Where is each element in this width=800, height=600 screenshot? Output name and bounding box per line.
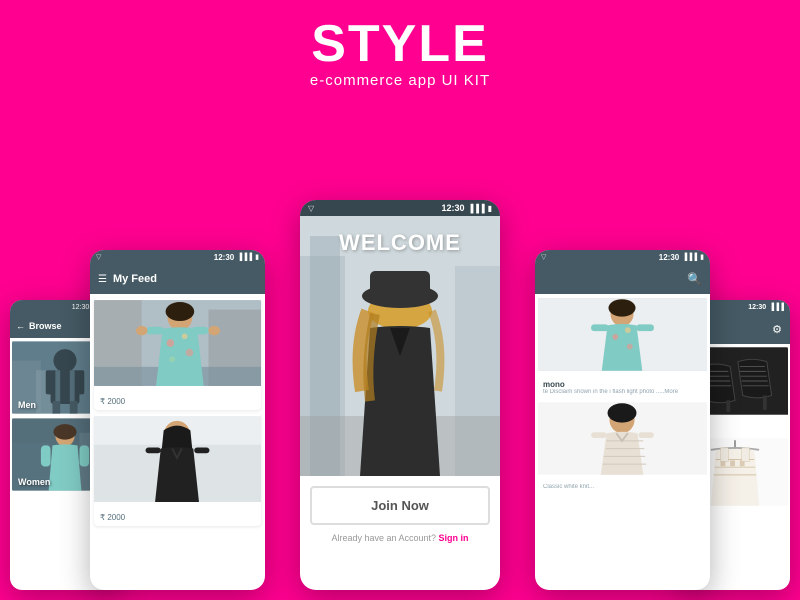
status-time-far-right: 12:30 [748, 304, 766, 311]
right-app-bar: 🔍 [535, 264, 710, 294]
brand-tagline: e-commerce app UI KIT [0, 72, 800, 89]
status-time-center: 12:30 [442, 203, 465, 213]
status-icons-center: ▽ [308, 204, 314, 213]
right-card-2-info: Classic white knit... [538, 481, 707, 493]
status-icons-left: ▽ [96, 253, 101, 261]
app-header: STYLE e-commerce app UI KIT [0, 0, 800, 99]
welcome-bottom: Join Now Already have an Account? Sign i… [300, 476, 500, 551]
already-account-text: Already have an Account? Sign in [310, 533, 490, 543]
filter-icon[interactable]: ⚙ [772, 323, 782, 336]
feed-card-2-info: ₹ 2000 [94, 509, 261, 526]
feed-card-1-image [94, 298, 261, 388]
status-bar-left: ▽ 12:30 ▐▐▐ ▮ [90, 250, 265, 264]
battery-center: ▮ [488, 204, 492, 213]
right-card-2[interactable]: Classic white knit... [538, 401, 707, 493]
signal-far-right: ▐▐▐ [769, 304, 784, 311]
battery-left: ▮ [255, 253, 259, 261]
phone-left: ▽ 12:30 ▐▐▐ ▮ ☰ My Feed [90, 250, 265, 590]
welcome-heading: WELCOME [339, 230, 461, 256]
signal-center: ▐▐▐ [468, 204, 485, 213]
feed-card-1-price: ₹ 2000 [100, 397, 125, 406]
feed-card-2[interactable]: ₹ 2000 [94, 414, 261, 526]
status-bar-center: ▽ 12:30 ▐▐▐ ▮ [300, 200, 500, 216]
signal-right: ▐▐▐ [682, 254, 697, 261]
feed-card-2-image [94, 414, 261, 504]
my-feed-title: My Feed [113, 273, 157, 285]
status-time-far-left: 12:30 [72, 304, 90, 311]
status-time-left: 12:30 [214, 253, 234, 262]
battery-right: ▮ [700, 253, 704, 261]
right-card-1-info: mono te Disclaim shown in the i flash li… [538, 377, 707, 398]
men-label: Men [18, 400, 36, 410]
brand-title: STYLE [0, 18, 800, 70]
welcome-hero: WELCOME [300, 216, 500, 476]
join-now-button[interactable]: Join Now [310, 486, 490, 525]
product-name-1: mono [543, 380, 702, 389]
women-label: Women [18, 477, 50, 487]
product-desc-1: te Disclaim shown in the i flash light p… [543, 389, 702, 395]
feed-card-1[interactable]: ₹ 2000 [94, 298, 261, 410]
feed-card-2-price: ₹ 2000 [100, 513, 125, 522]
signal-left: ▐▐▐ [237, 254, 252, 261]
hamburger-icon[interactable]: ☰ [98, 274, 107, 285]
status-bar-right: ▽ 12:30 ▐▐▐ ▮ [535, 250, 710, 264]
phone-right: ▽ 12:30 ▐▐▐ ▮ 🔍 mono [535, 250, 710, 590]
my-feed-app-bar: ☰ My Feed [90, 264, 265, 294]
sign-in-link[interactable]: Sign in [439, 533, 469, 543]
feed-card-1-info: ₹ 2000 [94, 393, 261, 410]
right-card-1[interactable]: mono te Disclaim shown in the i flash li… [538, 297, 707, 398]
status-time-right: 12:30 [659, 253, 679, 262]
product-desc-2: Classic white knit... [543, 484, 702, 490]
phone-center: ▽ 12:30 ▐▐▐ ▮ [300, 200, 500, 590]
search-icon[interactable]: 🔍 [687, 272, 702, 286]
right-card-2-image [538, 401, 707, 476]
browse-title: Browse [29, 321, 62, 331]
status-icons-right: ▽ [541, 253, 546, 261]
phones-container: 12:30 ▐▐▐ ▮ ← Browse [0, 100, 800, 600]
right-card-1-image [538, 297, 707, 372]
back-arrow-icon: ← [16, 321, 25, 331]
